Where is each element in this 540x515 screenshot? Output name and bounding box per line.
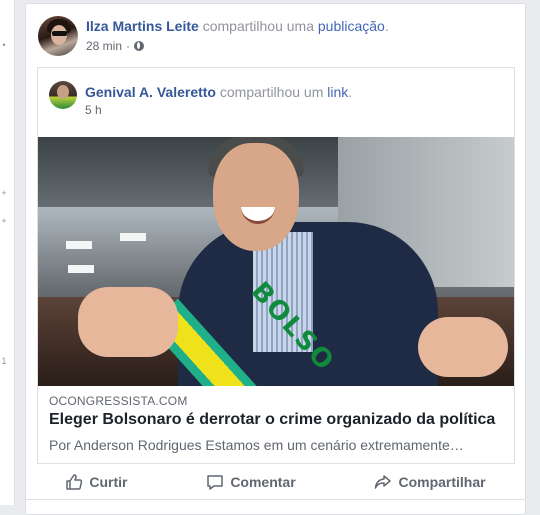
share-button[interactable]: Compartilhar — [374, 473, 486, 491]
shared-action-text: compartilhou um — [219, 84, 324, 100]
post-actions-bar: Curtir Comentar Compartilhar — [26, 465, 525, 500]
link-preview-image[interactable]: BOLSO — [38, 137, 514, 386]
comment-button[interactable]: Comentar — [206, 473, 296, 491]
post-header: Ilza Martins Leite compartilhou uma publ… — [86, 18, 389, 34]
shared-post-header: Genival A. Valeretto compartilhou um lin… — [85, 84, 352, 100]
post-action-text: compartilhou uma — [202, 18, 314, 34]
feed-post-card: Ilza Martins Leite compartilhou uma publ… — [25, 3, 526, 515]
post-meta: 28 min · — [86, 39, 145, 53]
comment-label: Comentar — [230, 474, 296, 490]
link-domain[interactable]: OCONGRESSISTA.COM — [49, 394, 188, 408]
left-sidebar-edge: • + + 1 — [0, 0, 15, 505]
sidebar-count-label: 1 — [1, 356, 7, 366]
post-timestamp[interactable]: 28 min — [86, 39, 122, 53]
shared-post-box: Genival A. Valeretto compartilhou um lin… — [37, 67, 515, 464]
shared-post-timestamp[interactable]: 5 h — [85, 103, 102, 117]
shared-author-name-link[interactable]: Genival A. Valeretto — [85, 84, 216, 100]
link-excerpt[interactable]: Por Anderson Rodrigues Estamos em um cen… — [49, 437, 464, 453]
post-action-end: . — [384, 18, 389, 34]
share-label: Compartilhar — [398, 474, 486, 490]
shared-author-avatar[interactable] — [49, 81, 77, 109]
comment-icon — [207, 475, 224, 490]
shared-link-link[interactable]: link — [327, 84, 348, 100]
share-arrow-icon — [375, 475, 392, 489]
right-page-margin — [532, 0, 540, 505]
like-button[interactable]: Curtir — [65, 473, 128, 491]
meta-separator: · — [126, 39, 131, 53]
shared-action-end: . — [348, 84, 353, 100]
shared-publication-link[interactable]: publicação — [318, 18, 385, 34]
sidebar-dot-icon: • — [2, 40, 6, 50]
like-label: Curtir — [89, 474, 128, 490]
sidebar-plus-icon[interactable]: + — [0, 188, 8, 198]
globe-icon[interactable] — [134, 41, 145, 51]
thumbs-up-icon — [66, 474, 83, 490]
sidebar-plus-icon[interactable]: + — [0, 216, 8, 226]
author-avatar[interactable] — [38, 16, 78, 56]
author-name-link[interactable]: Ilza Martins Leite — [86, 18, 199, 34]
link-headline[interactable]: Eleger Bolsonaro é derrotar o crime orga… — [49, 411, 495, 429]
